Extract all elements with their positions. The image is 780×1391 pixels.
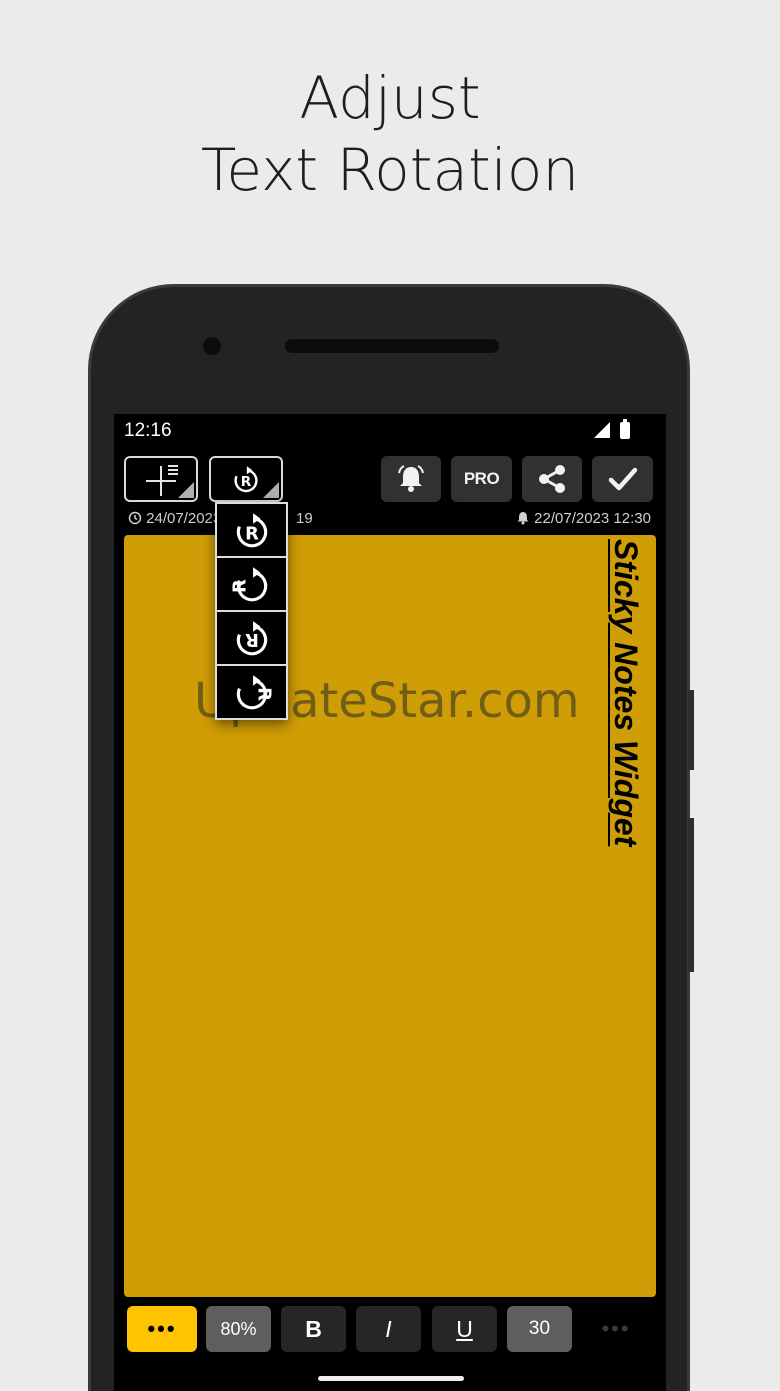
share-icon: [539, 465, 565, 493]
dropdown-corner-icon: [263, 482, 279, 498]
reminder-date-text: 22/07/2023 12:30: [534, 510, 651, 527]
text-lines-icon: [168, 465, 178, 477]
headline-line-1: Adjust: [299, 64, 481, 132]
layout-selector-button[interactable]: [124, 456, 198, 502]
reminder-date: 22/07/2023 12:30: [516, 510, 651, 527]
crosshair-icon-vertical: [160, 466, 162, 496]
rotate-icon: R: [236, 621, 267, 656]
bell-small-icon: [517, 512, 529, 525]
note-text[interactable]: Sticky Notes Widget: [607, 539, 644, 846]
bold-button[interactable]: B: [281, 1306, 346, 1352]
rotate-icon: R: [236, 675, 273, 710]
history-icon: [128, 511, 142, 525]
phone-screen: 12:16 R PRO 24/07/2023 19 22/07/2023 12:…: [114, 414, 666, 1391]
created-date-tail: 19: [296, 510, 313, 527]
format-toolbar: ••• 80% B I U 30 •••: [114, 1306, 666, 1354]
volume-button: [688, 690, 694, 770]
rotation-option-270[interactable]: R: [215, 664, 288, 720]
underline-button[interactable]: U: [432, 1306, 497, 1352]
svg-text:R: R: [253, 687, 273, 701]
bell-icon: [398, 465, 424, 492]
rotation-selector-button[interactable]: R: [209, 456, 283, 502]
save-button[interactable]: [592, 456, 653, 502]
svg-text:R: R: [241, 474, 252, 490]
front-camera: [203, 337, 221, 355]
opacity-button[interactable]: 80%: [206, 1306, 271, 1352]
rotate-icon: R: [234, 466, 258, 493]
status-bar: 12:16: [114, 414, 666, 448]
sticky-note[interactable]: UpdateStar.com Sticky Notes Widget: [124, 535, 656, 1297]
check-icon: [608, 467, 637, 491]
home-indicator[interactable]: [318, 1376, 464, 1381]
more-options-button[interactable]: •••: [127, 1306, 197, 1352]
pro-label: PRO: [463, 469, 500, 488]
battery-icon: [620, 419, 630, 439]
italic-button[interactable]: I: [356, 1306, 421, 1352]
rotate-icon: R: [231, 567, 267, 602]
signal-icon: [594, 422, 610, 438]
overflow-button[interactable]: •••: [586, 1306, 646, 1352]
power-button: [688, 818, 694, 972]
font-size-button[interactable]: 30: [507, 1306, 572, 1352]
rotate-icon: R: [236, 513, 267, 548]
svg-text:R: R: [231, 579, 251, 593]
reminder-button[interactable]: [381, 456, 441, 502]
headline-line-2: Text Rotation: [200, 136, 580, 204]
pro-button[interactable]: PRO: [451, 456, 512, 502]
rotation-option-0[interactable]: R: [215, 502, 288, 558]
created-date-text: 24/07/2023: [146, 510, 222, 527]
rotation-dropdown: R R R R: [215, 502, 288, 720]
status-time: 12:16: [124, 420, 172, 441]
share-button[interactable]: [522, 456, 582, 502]
svg-text:R: R: [245, 523, 259, 544]
headline: Adjust Text Rotation: [0, 62, 780, 206]
svg-text:R: R: [244, 629, 258, 650]
rotation-option-90[interactable]: R: [215, 556, 288, 612]
earpiece-speaker: [285, 339, 499, 353]
dropdown-corner-icon: [178, 482, 194, 498]
created-date: 24/07/2023: [128, 510, 221, 527]
rotation-option-180[interactable]: R: [215, 610, 288, 666]
